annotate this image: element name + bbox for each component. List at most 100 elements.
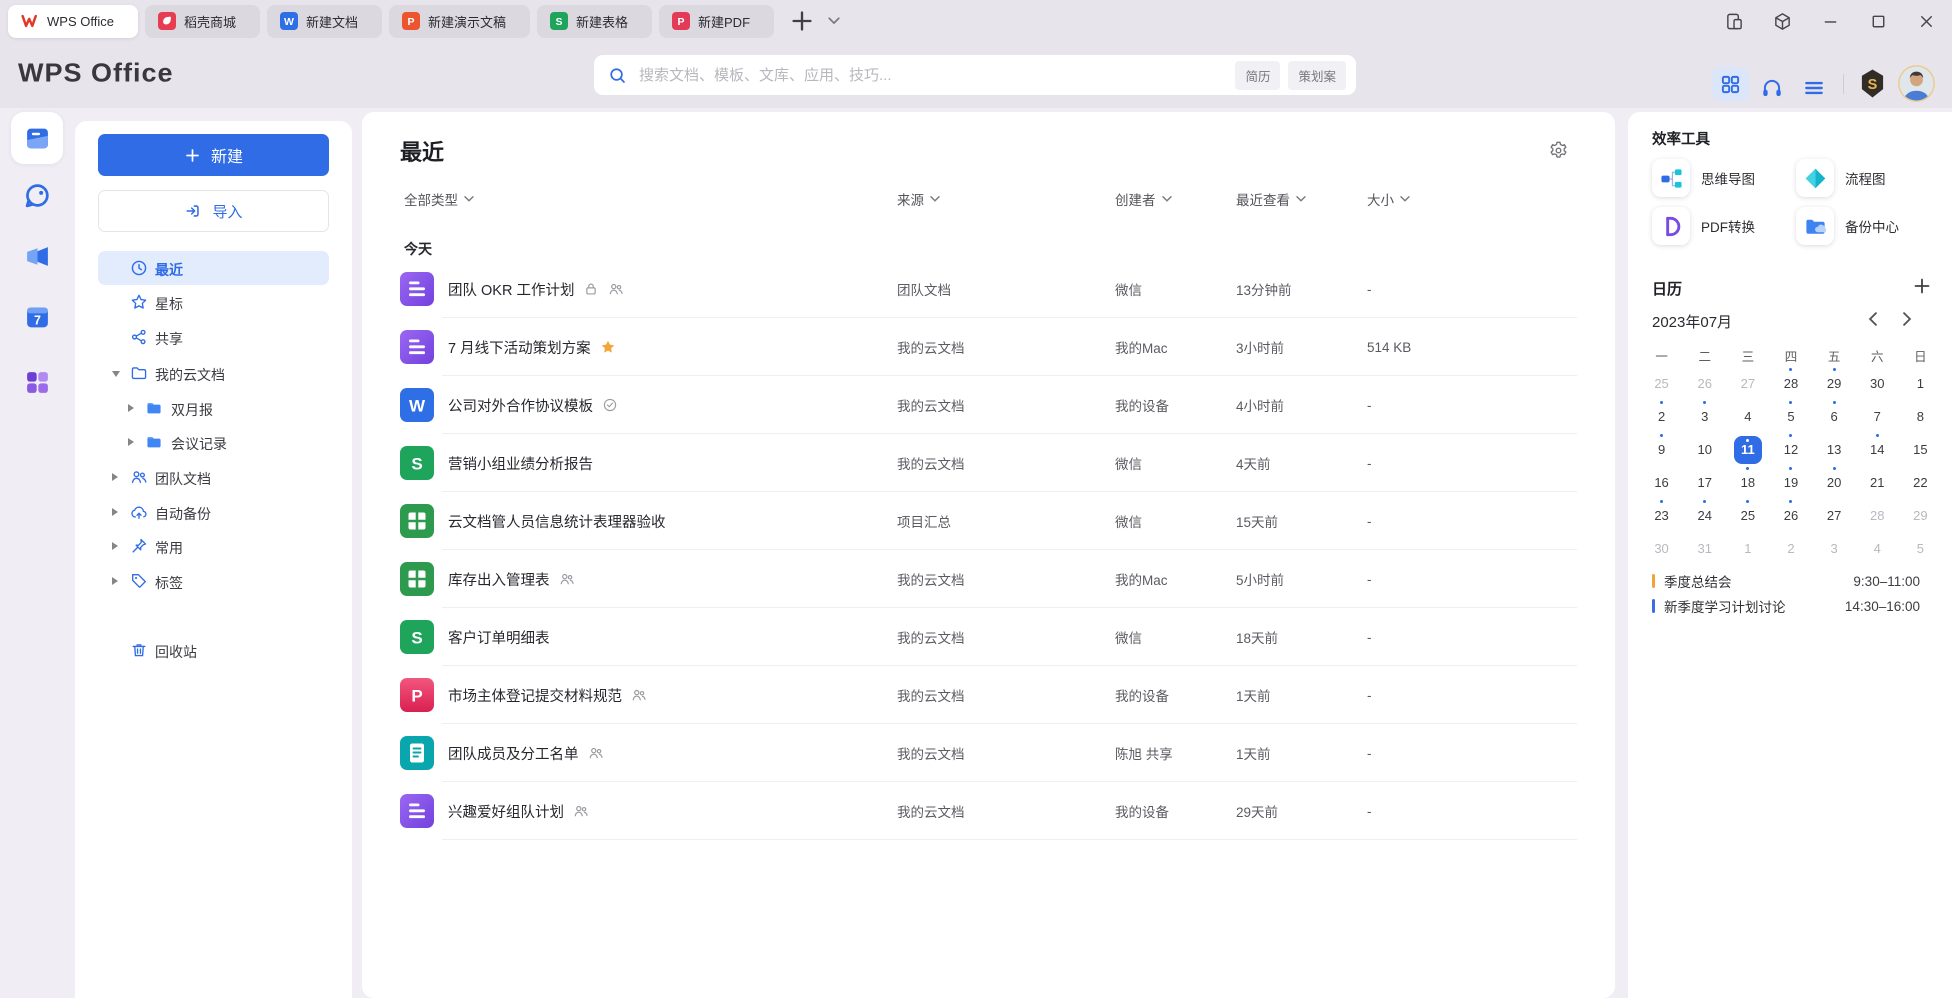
calendar-day[interactable]: 2 xyxy=(1769,532,1812,565)
rail-item-calendar[interactable]: 7 xyxy=(24,304,51,331)
calendar-day[interactable]: 1 xyxy=(1899,367,1942,400)
caret-right-icon[interactable] xyxy=(112,542,118,550)
file-row[interactable]: S客户订单明细表我的云文档微信18天前- xyxy=(362,608,1615,666)
calendar-day[interactable]: 2 xyxy=(1640,400,1683,433)
rail-item-documents[interactable] xyxy=(11,112,63,164)
tab-new-pdf[interactable]: P新建PDF xyxy=(659,5,774,38)
calendar-day[interactable]: 18 xyxy=(1726,466,1769,499)
caret-right-icon[interactable] xyxy=(112,508,118,516)
calendar-day[interactable]: 25 xyxy=(1726,499,1769,532)
calendar-day[interactable]: 11 xyxy=(1726,433,1769,466)
file-row[interactable]: 团队 OKR 工作计划团队文档微信13分钟前- xyxy=(362,260,1615,318)
calendar-day[interactable]: 5 xyxy=(1769,400,1812,433)
calendar-day[interactable]: 12 xyxy=(1769,433,1812,466)
calendar-day[interactable]: 9 xyxy=(1640,433,1683,466)
tree-item-frequent[interactable]: 常用 xyxy=(75,530,352,562)
calendar-day[interactable]: 31 xyxy=(1683,532,1726,565)
calendar-day[interactable]: 14 xyxy=(1856,433,1899,466)
tab-new-ppt[interactable]: P新建演示文稿 xyxy=(389,5,530,38)
calendar-day[interactable]: 10 xyxy=(1683,433,1726,466)
rail-item-messages[interactable] xyxy=(24,182,51,209)
tool-pdf-convert[interactable]: PDF转换 xyxy=(1652,207,1755,245)
add-event-button[interactable] xyxy=(1912,276,1932,296)
tree-item-auto-backup[interactable]: 自动备份 xyxy=(75,496,352,528)
file-row[interactable]: 团队成员及分工名单我的云文档陈旭 共享1天前- xyxy=(362,724,1615,782)
file-row[interactable]: W公司对外合作协议模板我的云文档我的设备4小时前- xyxy=(362,376,1615,434)
calendar-day[interactable]: 29 xyxy=(1813,367,1856,400)
device-button[interactable] xyxy=(1725,12,1744,31)
tree-item-tags[interactable]: 标签 xyxy=(75,565,352,597)
rail-item-meetings[interactable] xyxy=(24,243,51,270)
calendar-day[interactable]: 1 xyxy=(1726,532,1769,565)
calendar-day[interactable]: 26 xyxy=(1769,499,1812,532)
calendar-day[interactable]: 25 xyxy=(1640,367,1683,400)
calendar-day[interactable]: 4 xyxy=(1726,400,1769,433)
new-tab-button[interactable] xyxy=(789,8,815,34)
membership-badge[interactable]: S xyxy=(1858,67,1887,100)
calendar-day[interactable]: 15 xyxy=(1899,433,1942,466)
calendar-prev-button[interactable] xyxy=(1866,312,1880,326)
file-row[interactable]: S营销小组业绩分析报告我的云文档微信4天前- xyxy=(362,434,1615,492)
calendar-day[interactable]: 3 xyxy=(1813,532,1856,565)
calendar-day[interactable]: 28 xyxy=(1769,367,1812,400)
caret-down-icon[interactable] xyxy=(112,371,120,377)
calendar-day[interactable]: 20 xyxy=(1813,466,1856,499)
calendar-day[interactable]: 4 xyxy=(1856,532,1899,565)
tool-mindmap[interactable]: 思维导图 xyxy=(1652,159,1755,197)
tab-docer-mall[interactable]: 稻壳商城 xyxy=(145,5,260,38)
calendar-day[interactable]: 8 xyxy=(1899,400,1942,433)
calendar-day[interactable]: 26 xyxy=(1683,367,1726,400)
calendar-day[interactable]: 23 xyxy=(1640,499,1683,532)
minimize-button[interactable] xyxy=(1821,12,1840,31)
tab-list-dropdown[interactable] xyxy=(828,16,840,26)
calendar-day[interactable]: 30 xyxy=(1856,367,1899,400)
search-tag[interactable]: 简历 xyxy=(1235,61,1280,90)
calendar-day[interactable]: 27 xyxy=(1813,499,1856,532)
apps-grid-toggle[interactable] xyxy=(1712,67,1749,101)
calendar-day[interactable]: 30 xyxy=(1640,532,1683,565)
calendar-event[interactable]: 季度总结会9:30–11:00 xyxy=(1652,571,1920,591)
calendar-next-button[interactable] xyxy=(1900,312,1914,326)
support-button[interactable] xyxy=(1760,76,1784,100)
file-row[interactable]: 库存出入管理表我的云文档我的Mac5小时前- xyxy=(362,550,1615,608)
tab-new-sheet[interactable]: S新建表格 xyxy=(537,5,652,38)
user-avatar[interactable] xyxy=(1898,65,1935,102)
caret-right-icon[interactable] xyxy=(128,404,134,412)
tab-new-doc[interactable]: W新建文档 xyxy=(267,5,382,38)
calendar-day[interactable]: 21 xyxy=(1856,466,1899,499)
calendar-day[interactable]: 5 xyxy=(1899,532,1942,565)
file-row[interactable]: 云文档管人员信息统计表理器验收项目汇总微信15天前- xyxy=(362,492,1615,550)
tool-flowchart[interactable]: 流程图 xyxy=(1796,159,1886,197)
tree-item-meeting-notes[interactable]: 会议记录 xyxy=(75,426,352,458)
close-button[interactable] xyxy=(1917,12,1936,31)
calendar-day[interactable]: 3 xyxy=(1683,400,1726,433)
calendar-day[interactable]: 13 xyxy=(1813,433,1856,466)
calendar-day[interactable]: 7 xyxy=(1856,400,1899,433)
sidebar-item-shared[interactable]: 共享 xyxy=(98,320,329,354)
calendar-day[interactable]: 16 xyxy=(1640,466,1683,499)
search-input[interactable] xyxy=(637,66,1227,85)
filter-source[interactable]: 来源 xyxy=(897,189,940,209)
tab-wps-office[interactable]: WPS Office xyxy=(8,5,138,38)
import-button[interactable]: 导入 xyxy=(98,190,329,232)
calendar-day[interactable]: 29 xyxy=(1899,499,1942,532)
sidebar-item-recent[interactable]: 最近 xyxy=(98,251,329,285)
calendar-day[interactable]: 28 xyxy=(1856,499,1899,532)
calendar-event[interactable]: 新季度学习计划讨论14:30–16:00 xyxy=(1652,596,1920,616)
tree-item-bimonthly-report[interactable]: 双月报 xyxy=(75,392,352,424)
file-row[interactable]: 兴趣爱好组队计划我的云文档我的设备29天前- xyxy=(362,782,1615,840)
new-document-button[interactable]: 新建 xyxy=(98,134,329,176)
labs-button[interactable] xyxy=(1773,12,1792,31)
tree-item-my-cloud-docs[interactable]: 我的云文档 xyxy=(75,357,352,389)
filter-viewed[interactable]: 最近查看 xyxy=(1236,189,1306,209)
gear-icon[interactable] xyxy=(1548,140,1569,161)
tool-backup-center[interactable]: 备份中心 xyxy=(1796,207,1899,245)
filter-size[interactable]: 大小 xyxy=(1367,189,1410,209)
sidebar-item-recycle-bin[interactable]: 回收站 xyxy=(98,633,329,667)
maximize-button[interactable] xyxy=(1869,12,1888,31)
calendar-day[interactable]: 6 xyxy=(1813,400,1856,433)
main-menu-button[interactable] xyxy=(1802,76,1826,100)
calendar-day[interactable]: 19 xyxy=(1769,466,1812,499)
calendar-day[interactable]: 24 xyxy=(1683,499,1726,532)
filter-creator[interactable]: 创建者 xyxy=(1115,189,1172,209)
